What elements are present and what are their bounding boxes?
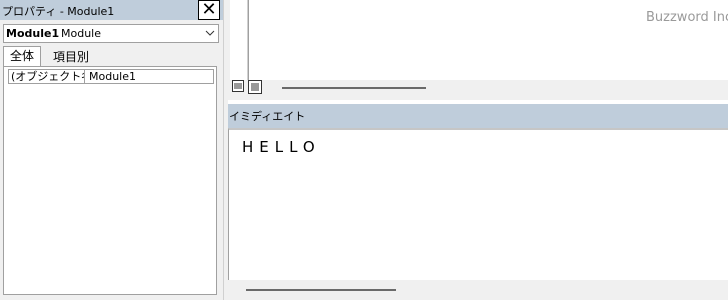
tab-by-category[interactable]: 項目別 — [47, 48, 95, 66]
immediate-window[interactable]: HELLO — [228, 128, 728, 296]
close-button[interactable]: ✕ — [198, 0, 220, 20]
property-value[interactable]: Module1 — [89, 70, 136, 83]
properties-title: プロパティ - Module1 — [2, 5, 115, 18]
properties-pane: プロパティ - Module1 ✕ Module1 Module 全体 項目別 … — [0, 0, 223, 300]
immediate-scrollbar-track — [228, 280, 728, 300]
object-dropdown[interactable]: Module1 Module — [3, 24, 219, 43]
watermark: Buzzword Inc. — [646, 10, 728, 25]
property-name: (オブジェクト名) — [9, 70, 85, 83]
object-name: Module1 — [6, 27, 60, 40]
full-module-view-button[interactable] — [248, 80, 262, 94]
tab-all[interactable]: 全体 — [3, 46, 41, 66]
object-type: Module — [61, 27, 101, 40]
full-module-view-icon — [251, 83, 259, 91]
chevron-down-icon — [205, 30, 215, 36]
immediate-horizontal-scrollbar[interactable] — [246, 289, 396, 291]
property-row[interactable]: (オブジェクト名) Module1 — [8, 69, 214, 84]
property-grid: (オブジェクト名) Module1 — [3, 66, 217, 295]
procedure-view-icon[interactable] — [232, 80, 244, 92]
code-editor[interactable]: Buzzword Inc. — [248, 0, 728, 80]
code-margin — [230, 0, 248, 80]
close-icon: ✕ — [201, 0, 217, 20]
code-horizontal-scrollbar[interactable] — [282, 87, 426, 89]
immediate-output: HELLO — [242, 138, 321, 156]
immediate-title: イミディエイト — [229, 110, 306, 123]
properties-title-bar[interactable]: プロパティ - Module1 ✕ — [0, 0, 223, 20]
immediate-title-bar[interactable]: イミディエイト — [228, 104, 728, 128]
code-window: Buzzword Inc. — [228, 0, 728, 100]
